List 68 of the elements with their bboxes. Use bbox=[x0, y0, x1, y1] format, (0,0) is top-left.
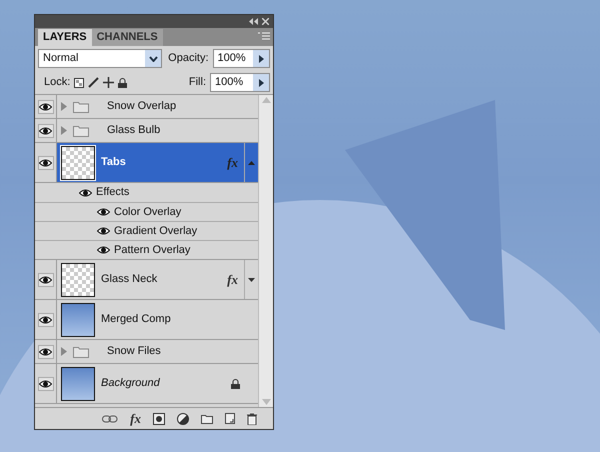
opacity-label: Opacity: bbox=[168, 51, 209, 66]
brush-icon[interactable] bbox=[88, 77, 100, 88]
eye-icon[interactable] bbox=[39, 102, 52, 110]
visibility-toggle[interactable] bbox=[38, 344, 54, 358]
expand-arrow-icon[interactable] bbox=[248, 278, 255, 282]
effect-name[interactable]: Gradient Overlay bbox=[114, 222, 198, 240]
visibility-toggle[interactable] bbox=[38, 272, 54, 286]
layer-name: Snow Files bbox=[107, 344, 161, 360]
arrow-right-icon bbox=[258, 78, 264, 86]
layer-name: Tabs bbox=[101, 155, 126, 170]
effect-name[interactable]: Color Overlay bbox=[114, 204, 182, 220]
chevron-down-icon bbox=[148, 56, 158, 62]
new-layer-icon[interactable] bbox=[225, 413, 235, 424]
layer-row[interactable]: Background bbox=[57, 364, 258, 403]
panel-tab[interactable]: LAYERS bbox=[38, 29, 92, 46]
effects-indicator: fx bbox=[227, 154, 238, 172]
folder-icon bbox=[73, 124, 89, 136]
lock-transparency-icon[interactable] bbox=[74, 78, 84, 88]
effect-name[interactable]: Pattern Overlay bbox=[114, 242, 190, 258]
fill-field[interactable]: 100% bbox=[210, 73, 270, 92]
fill-label: Fill: bbox=[188, 75, 206, 90]
layer-name: Background bbox=[101, 376, 160, 392]
lock-icon[interactable] bbox=[118, 78, 128, 88]
layer-row[interactable]: Glass Neck fx bbox=[57, 260, 244, 299]
mask-icon[interactable] bbox=[153, 412, 165, 424]
adjustment-icon[interactable] bbox=[177, 412, 189, 424]
folder-icon[interactable] bbox=[201, 414, 213, 424]
layer-row[interactable]: Tabs fx bbox=[57, 143, 244, 182]
eye-icon[interactable] bbox=[39, 380, 52, 388]
collapse-icon[interactable] bbox=[249, 18, 258, 25]
visibility-toggle[interactable] bbox=[38, 156, 54, 170]
layer-row[interactable]: Snow Overlap bbox=[57, 95, 258, 118]
effects-label: Effects bbox=[96, 185, 130, 200]
eye-icon[interactable] bbox=[79, 188, 92, 196]
opacity-field[interactable]: 100% bbox=[212, 49, 270, 68]
eye-icon[interactable] bbox=[97, 208, 110, 216]
eye-icon[interactable] bbox=[97, 227, 110, 235]
layer-row[interactable]: Snow Files bbox=[57, 340, 258, 363]
move-icon[interactable] bbox=[103, 77, 114, 88]
layer-name: Merged Comp bbox=[101, 312, 171, 328]
folder-icon bbox=[73, 100, 89, 112]
collapse-arrow-icon[interactable] bbox=[248, 160, 255, 164]
visibility-toggle[interactable] bbox=[38, 100, 54, 114]
eye-icon[interactable] bbox=[39, 126, 52, 134]
visibility-toggle[interactable] bbox=[38, 312, 54, 326]
layer-name: Glass Neck bbox=[101, 272, 158, 288]
eye-icon[interactable] bbox=[97, 246, 110, 254]
eye-icon[interactable] bbox=[39, 276, 52, 284]
folder-icon bbox=[73, 346, 89, 358]
panel-tab[interactable]: CHANNELS bbox=[92, 29, 163, 46]
eye-icon[interactable] bbox=[39, 316, 52, 324]
layer-style-button[interactable]: fx bbox=[130, 408, 141, 428]
link-icon[interactable] bbox=[102, 414, 118, 422]
effects-indicator: fx bbox=[227, 270, 238, 289]
layer-row[interactable]: Merged Comp bbox=[57, 300, 258, 339]
eye-icon[interactable] bbox=[39, 158, 52, 166]
arrow-right-icon bbox=[258, 54, 264, 62]
lock-label: Lock: bbox=[44, 75, 70, 90]
blend-mode-dropdown[interactable]: Normal bbox=[38, 49, 162, 68]
eye-icon[interactable] bbox=[39, 348, 52, 356]
trash-icon[interactable] bbox=[247, 412, 257, 424]
close-icon[interactable] bbox=[262, 18, 269, 25]
visibility-toggle[interactable] bbox=[38, 376, 54, 390]
layer-name: Snow Overlap bbox=[107, 99, 176, 114]
visibility-toggle[interactable] bbox=[38, 124, 54, 138]
layer-name: Glass Bulb bbox=[107, 123, 160, 138]
layer-row[interactable]: Glass Bulb bbox=[57, 119, 258, 142]
menu-icon[interactable] bbox=[258, 32, 270, 40]
